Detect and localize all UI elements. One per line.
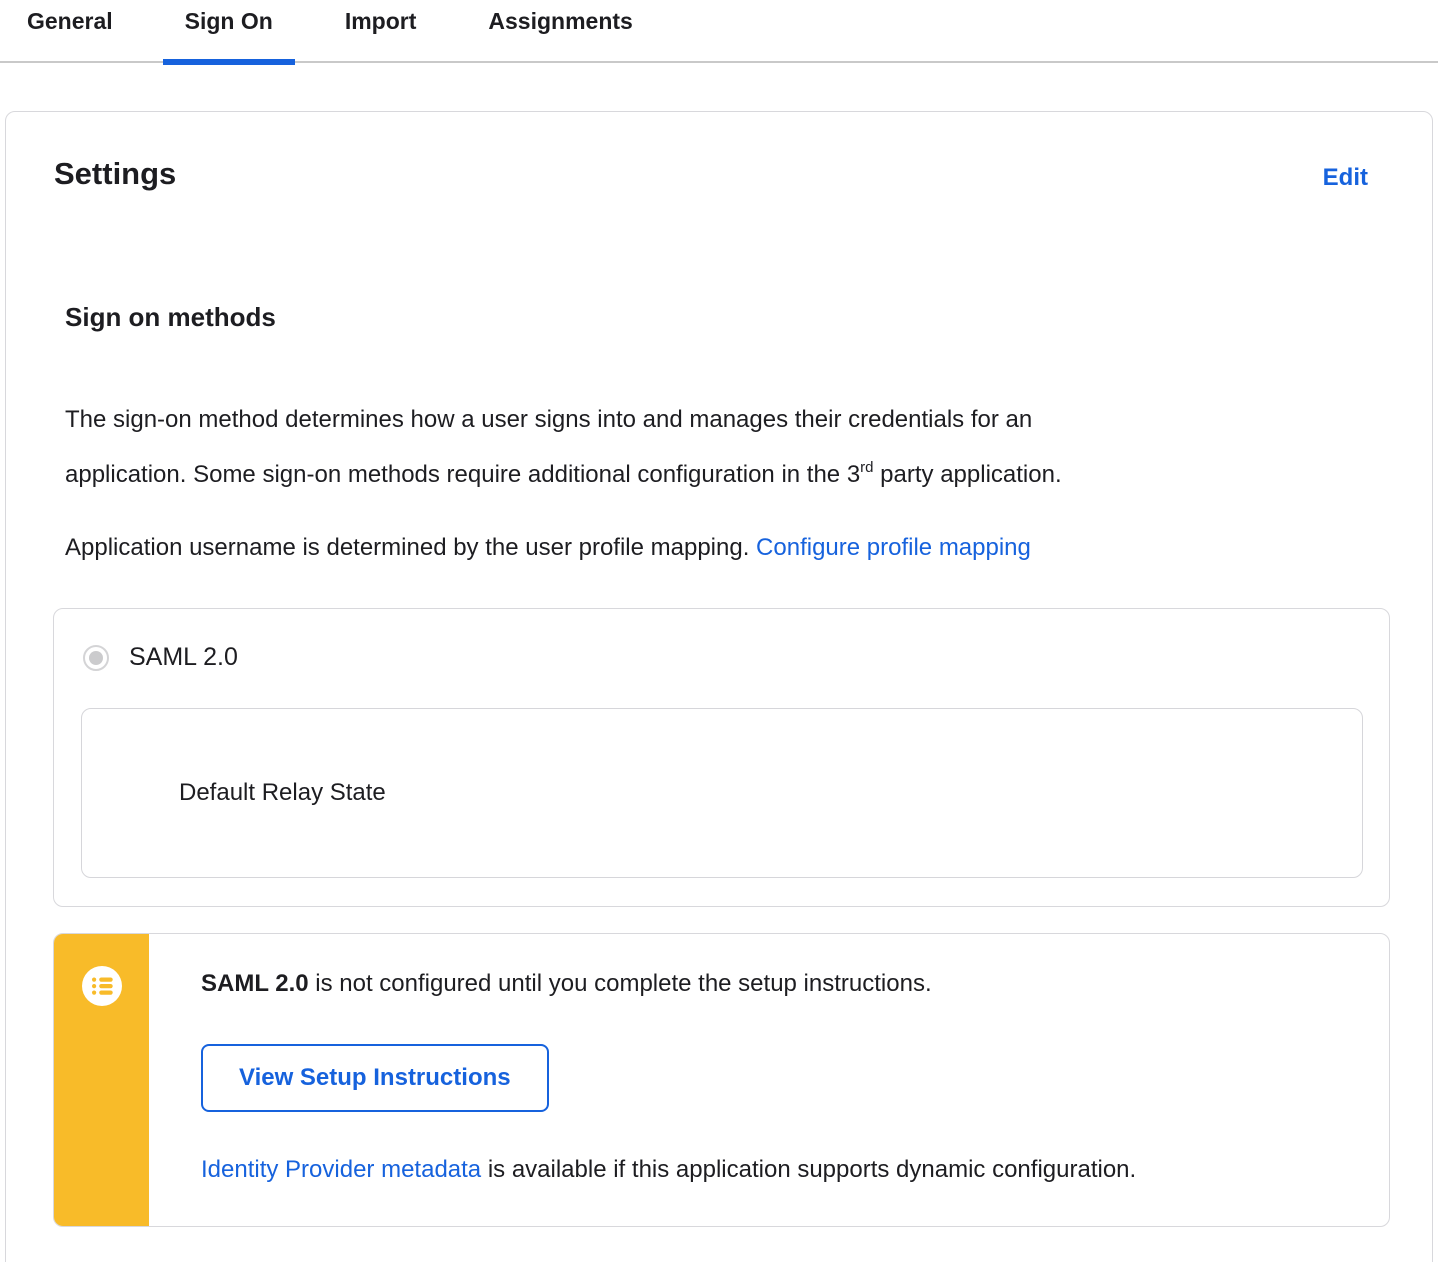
- view-setup-instructions-button[interactable]: View Setup Instructions: [201, 1044, 549, 1112]
- settings-card: Settings Edit Sign on methods The sign-o…: [5, 111, 1433, 1262]
- tab-assignments[interactable]: Assignments: [466, 0, 654, 63]
- saml-radio-button[interactable]: [83, 644, 109, 671]
- username-mapping-line: Application username is determined by th…: [65, 523, 1305, 572]
- callout-message-rest: is not configured until you complete the…: [308, 970, 932, 997]
- saml-radio-row: SAML 2.0: [83, 643, 1363, 672]
- default-relay-state-label: Default Relay State: [179, 779, 386, 806]
- description-line-2-end: party application.: [873, 461, 1062, 488]
- sign-on-methods-description: The sign-on method determines how a user…: [65, 395, 1305, 499]
- tab-import[interactable]: Import: [323, 0, 439, 63]
- default-relay-state-box: Default Relay State: [81, 708, 1363, 878]
- callout-message: SAML 2.0 is not configured until you com…: [201, 968, 1349, 1000]
- callout-message-bold: SAML 2.0: [201, 970, 309, 997]
- metadata-line-rest: is available if this application support…: [481, 1156, 1137, 1183]
- callout-content: SAML 2.0 is not configured until you com…: [149, 934, 1389, 1226]
- page-title: Settings: [54, 156, 177, 191]
- app-tab-bar: General Sign On Import Assignments: [0, 0, 1438, 65]
- callout-accent-stripe: [54, 934, 149, 1226]
- configure-profile-mapping-link[interactable]: Configure profile mapping: [756, 534, 1031, 561]
- saml-setup-callout: SAML 2.0 is not configured until you com…: [53, 933, 1390, 1227]
- identity-provider-metadata-link[interactable]: Identity Provider metadata: [201, 1156, 481, 1183]
- saml-radio-label[interactable]: SAML 2.0: [129, 643, 238, 672]
- saml-method-card: SAML 2.0 Default Relay State: [53, 608, 1390, 907]
- tab-general[interactable]: General: [5, 0, 135, 63]
- edit-link[interactable]: Edit: [1323, 164, 1368, 192]
- description-line-1: The sign-on method determines how a user…: [65, 406, 1033, 433]
- settings-card-header: Settings Edit: [53, 156, 1390, 192]
- bullet-list-icon: [81, 966, 122, 1011]
- tab-sign-on[interactable]: Sign On: [162, 0, 296, 65]
- ordinal-superscript: rd: [860, 459, 874, 476]
- metadata-line: Identity Provider metadata is available …: [201, 1154, 1349, 1186]
- description-line-2: application. Some sign-on methods requir…: [65, 461, 861, 488]
- sign-on-methods-heading: Sign on methods: [65, 302, 276, 332]
- username-mapping-text: Application username is determined by th…: [65, 534, 757, 561]
